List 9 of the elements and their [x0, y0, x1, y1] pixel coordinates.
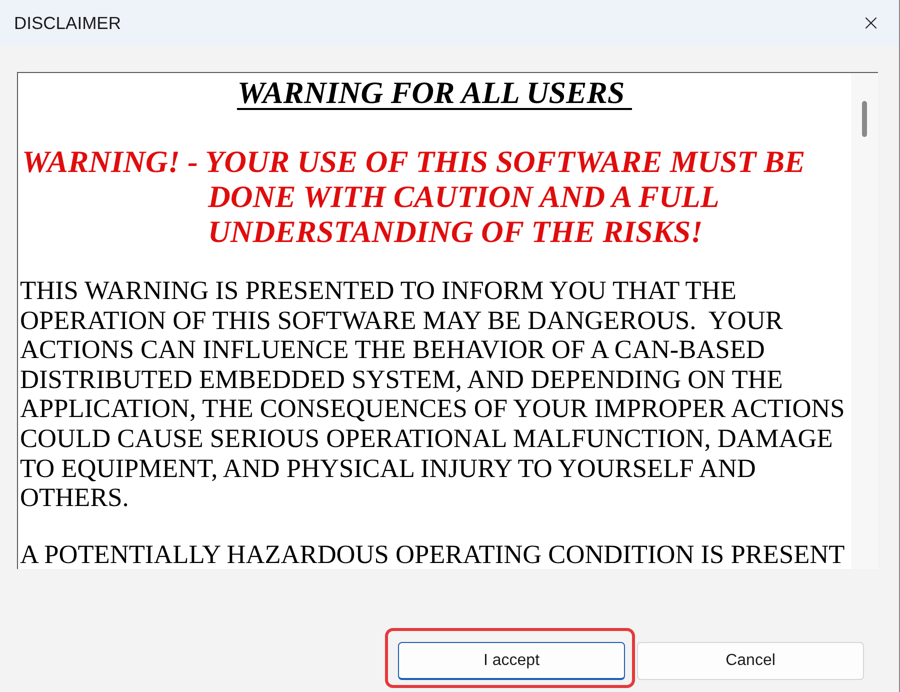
scrollbar[interactable]	[851, 73, 878, 569]
disclaimer-paragraph: THIS WARNING IS PRESENTED TO INFORM YOU THAT THE OPERATION OF THIS SOFTWARE MAY BE DANGEROUS. YOUR ACTIONS CAN INFLUENCE THE BEHAVIOR OF A CAN-BASED DISTRIBUTED EMBEDDED SYSTEM, AND DEPENDING ON THE APPLICATION, THE CONSEQUENCES OF YOUR IMPROPER ACTIONS COULD CAUSE SERIOUS OPERATIONAL MALFUNCTION, DAMAGE TO EQUIPMENT, AND PHYSICAL INJURY TO YOURSELF AND OTHERS.	[19, 276, 846, 513]
scrollbar-thumb[interactable]	[862, 101, 867, 137]
document-heading: WARNING FOR ALL USERS	[237, 77, 632, 110]
accept-button[interactable]: I accept	[398, 642, 625, 680]
window-title: DISCLAIMER	[14, 12, 121, 35]
disclaimer-paragraph: A POTENTIALLY HAZARDOUS OPERATING CONDITION IS PRESENT	[19, 540, 846, 569]
cancel-button[interactable]: Cancel	[637, 642, 864, 680]
warning-text: WARNING! - YOUR USE OF THIS SOFTWARE MUST BE DONE WITH CAUTION AND A FULL UNDERSTANDING OF THE RISKS!	[21, 144, 806, 249]
